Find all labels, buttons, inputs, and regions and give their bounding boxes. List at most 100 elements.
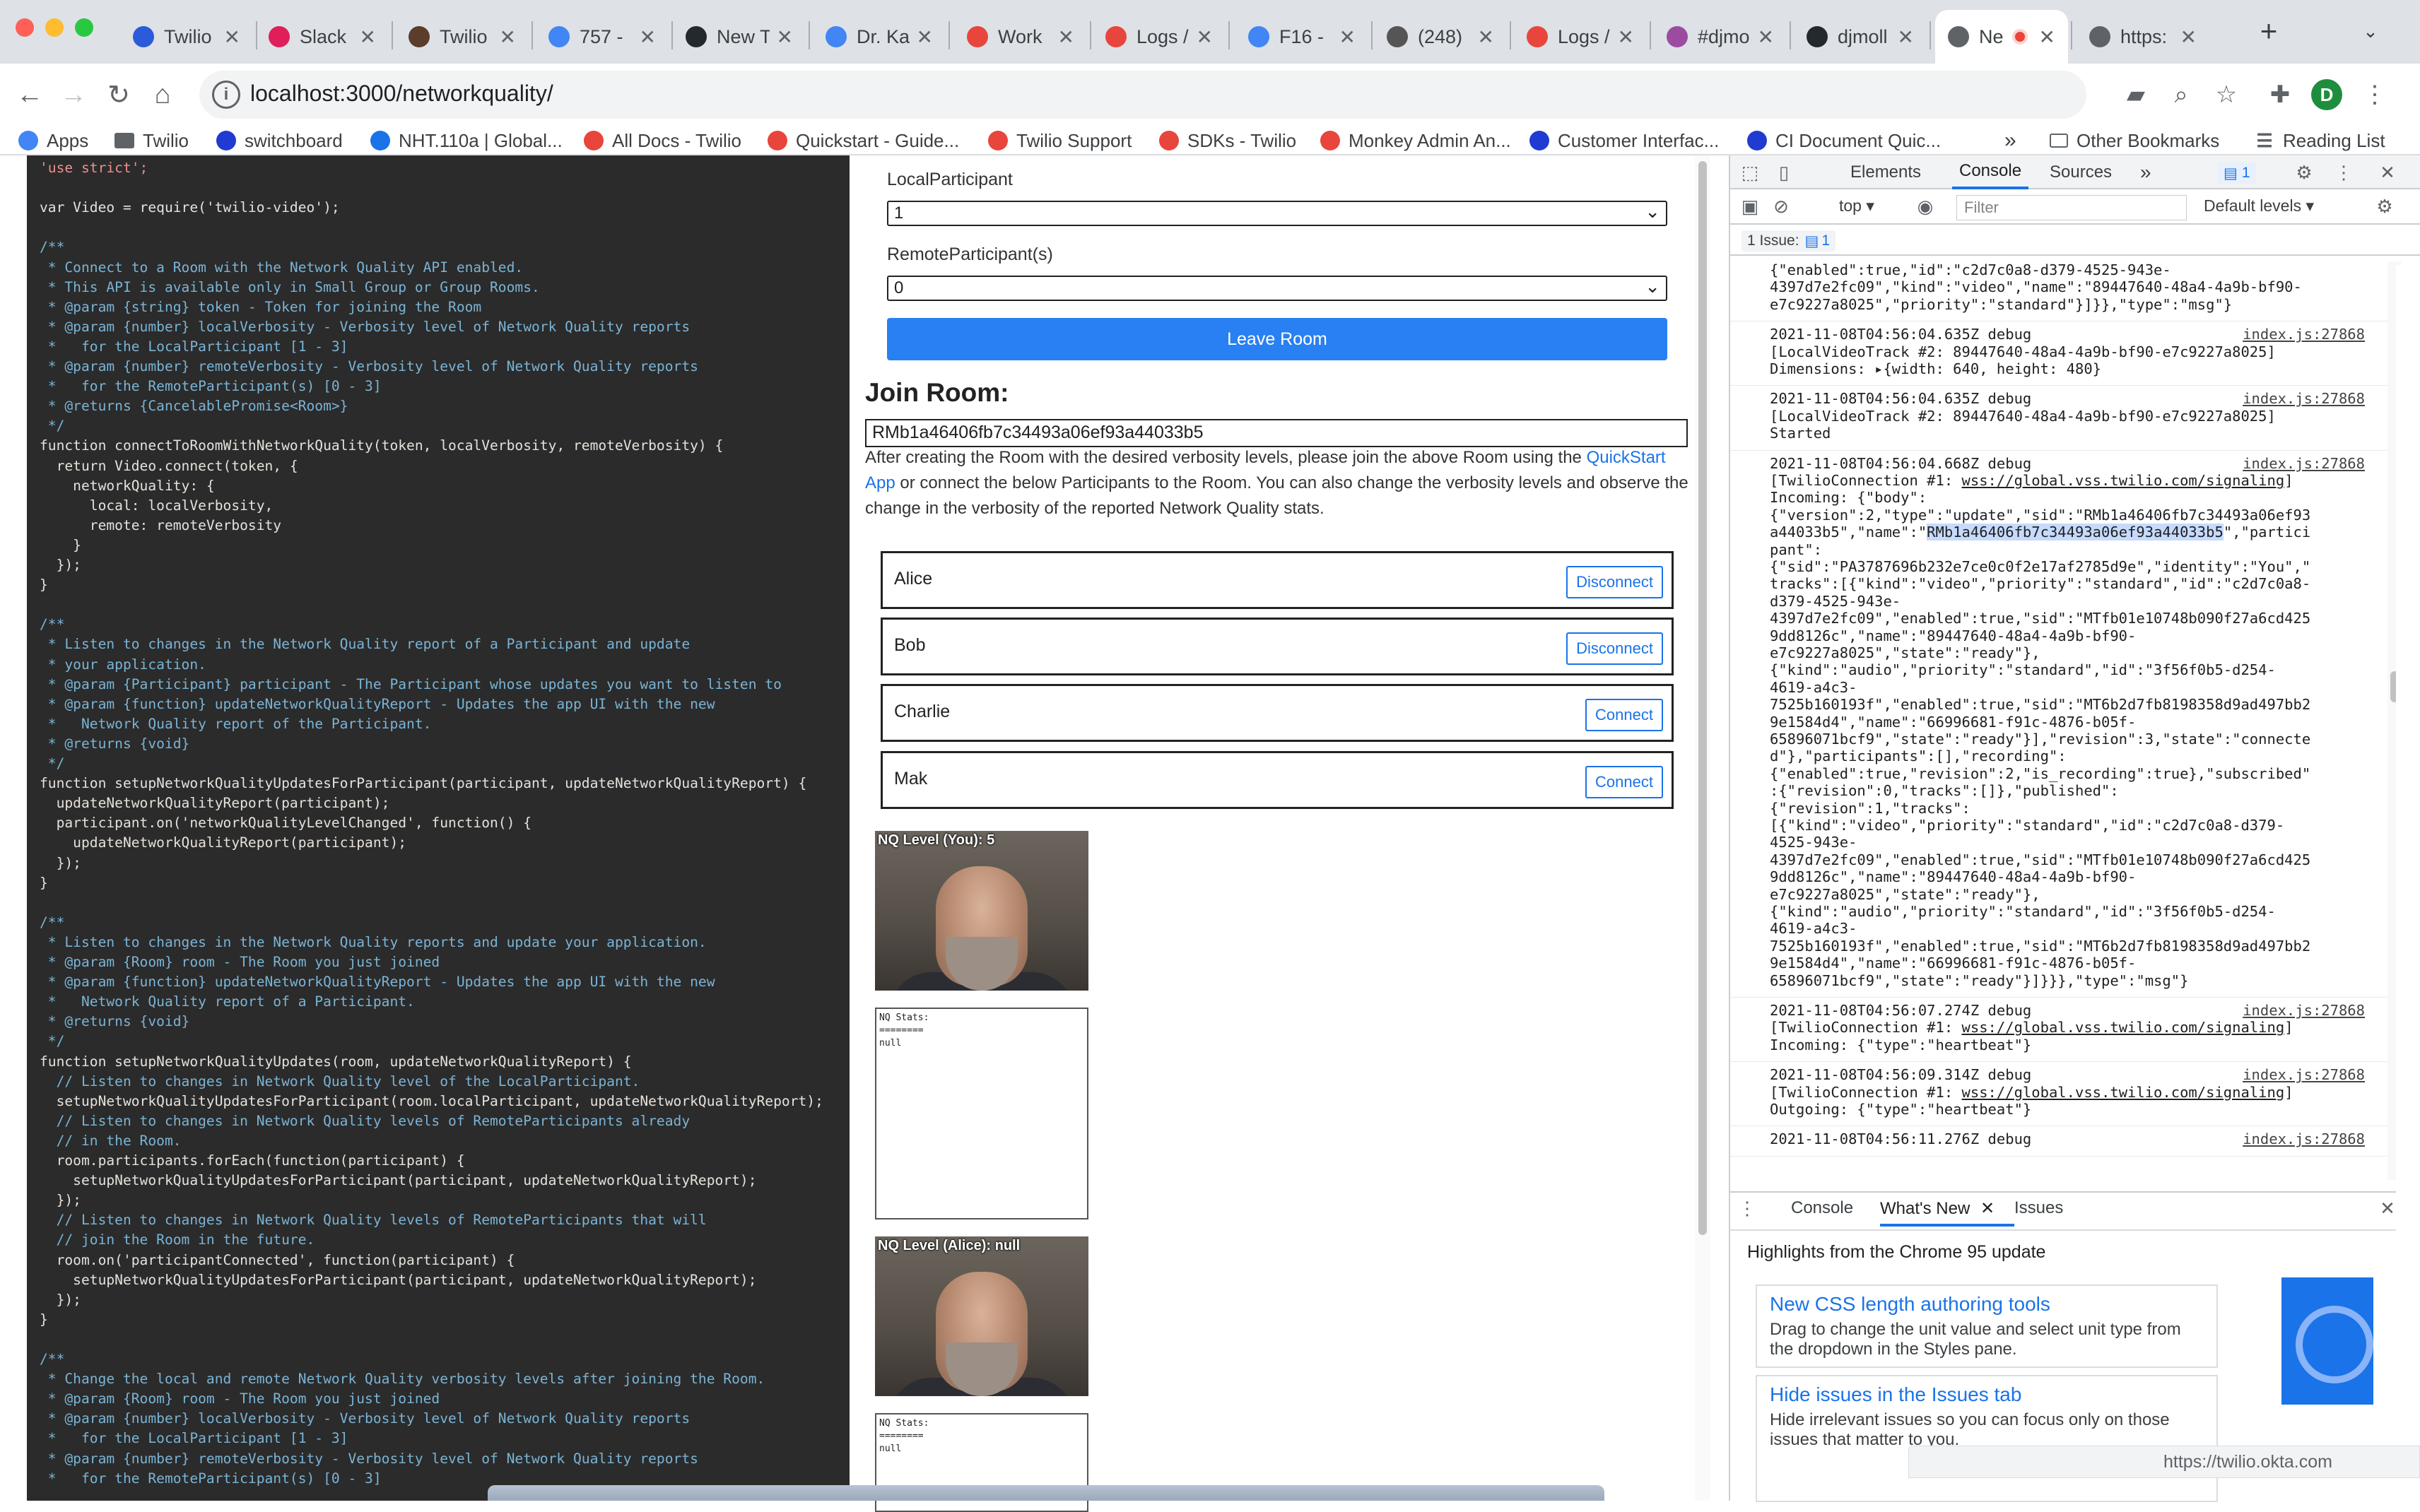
tab-item[interactable]: Ne ✕ xyxy=(1935,10,2068,64)
tab-item[interactable]: Slack ✕ xyxy=(256,10,389,64)
tab-item[interactable]: djmoll ✕ xyxy=(1794,10,1927,64)
tab-item[interactable]: https: ✕ xyxy=(2077,10,2209,64)
tab-item[interactable]: 757 - ✕ xyxy=(536,10,669,64)
tab-search-icon[interactable]: ⌄ xyxy=(2355,16,2386,47)
bookmark-item[interactable]: Twilio Support xyxy=(988,126,1132,155)
tab-item[interactable]: Logs / ✕ xyxy=(1514,10,1647,64)
tab-item[interactable]: Twilio ✕ xyxy=(396,10,529,64)
close-tab-icon[interactable]: ✕ xyxy=(1197,25,1213,49)
signaling-url-link[interactable]: wss://global.vss.twilio.com/signaling xyxy=(1962,472,2285,489)
new-tab-button[interactable]: + xyxy=(2250,13,2287,49)
console-filter-input[interactable]: Filter xyxy=(1956,195,2187,220)
room-sid-input[interactable]: RMb1a46406fb7c34493a06ef93a44033b5 xyxy=(865,419,1688,447)
zoom-icon[interactable]: ⌕ xyxy=(2163,76,2199,113)
tab-item[interactable]: Dr. Ka ✕ xyxy=(813,10,946,64)
disconnect-bob-button[interactable]: Disconnect xyxy=(1566,632,1663,665)
inspect-element-icon[interactable]: ⬚ xyxy=(1737,160,1763,185)
close-tab-icon[interactable]: ✕ xyxy=(224,25,240,49)
address-bar[interactable]: i localhost:3000/networkquality/ xyxy=(199,71,2086,119)
bookmark-item[interactable]: CI Document Quic... xyxy=(1747,126,1941,155)
disconnect-alice-button[interactable]: Disconnect xyxy=(1566,566,1663,598)
bookmark-item[interactable]: Customer Interfac... xyxy=(1529,126,1719,155)
tab-sources[interactable]: Sources xyxy=(2050,155,2112,189)
close-devtools-icon[interactable]: ✕ xyxy=(2375,160,2400,185)
bookmark-item[interactable]: switchboard xyxy=(216,126,343,155)
minimize-window-button[interactable] xyxy=(45,18,64,37)
close-tab-icon[interactable]: ✕ xyxy=(1339,25,1356,49)
clear-console-icon[interactable]: ⊘ xyxy=(1768,194,1794,219)
drawer-tab-console[interactable]: Console xyxy=(1791,1198,1853,1218)
forward-button[interactable]: → xyxy=(54,75,93,114)
drawer-tab-issues[interactable]: Issues xyxy=(2014,1198,2063,1218)
whats-new-card-2[interactable]: Hide issues in the Issues tab Hide irrel… xyxy=(1756,1375,2218,1502)
connect-mak-button[interactable]: Connect xyxy=(1585,766,1663,798)
other-bookmarks[interactable]: Other Bookmarks xyxy=(2050,126,2219,155)
connect-charlie-button[interactable]: Connect xyxy=(1585,699,1663,731)
tab-item[interactable]: #djmo ✕ xyxy=(1654,10,1787,64)
bookmark-item[interactable]: SDKs - Twilio xyxy=(1159,126,1296,155)
page-scrollbar[interactable] xyxy=(1695,155,1710,1501)
context-select[interactable]: top ▾ xyxy=(1839,196,1874,215)
signaling-url-link[interactable]: wss://global.vss.twilio.com/signaling xyxy=(1962,1019,2285,1036)
tab-console[interactable]: Console xyxy=(1952,155,2029,189)
console-source-link[interactable]: index.js:27868 xyxy=(2243,1066,2365,1083)
tab-item[interactable]: (248) ✕ xyxy=(1374,10,1507,64)
tab-elements[interactable]: Elements xyxy=(1850,155,1921,189)
close-tab-icon[interactable]: ✕ xyxy=(917,25,933,49)
close-tab-icon[interactable]: ✕ xyxy=(1758,25,1774,49)
more-tabs-button[interactable]: » xyxy=(2140,155,2151,189)
sidebar-toggle-icon[interactable]: ▣ xyxy=(1737,194,1763,219)
console-source-link[interactable]: index.js:27868 xyxy=(2243,455,2365,472)
bookmarks-overflow-button[interactable]: » xyxy=(2004,126,2016,155)
reload-button[interactable]: ↻ xyxy=(99,75,139,114)
drawer-tab-whats-new[interactable]: What's New ✕ xyxy=(1880,1198,1995,1219)
whats-new-card-title[interactable]: New CSS length authoring tools xyxy=(1770,1293,2204,1316)
close-tab-icon[interactable]: ✕ xyxy=(360,25,376,49)
console-source-link[interactable]: index.js:27868 xyxy=(2243,326,2365,343)
devtools-menu-icon[interactable]: ⋮ xyxy=(2331,160,2356,185)
extensions-icon[interactable]: ✚ xyxy=(2262,76,2298,113)
close-tab-icon[interactable]: ✕ xyxy=(777,25,793,49)
tab-item[interactable]: New T ✕ xyxy=(673,10,806,64)
bookmark-item[interactable]: All Docs - Twilio xyxy=(584,126,741,155)
close-tab-icon[interactable]: ✕ xyxy=(1980,1199,1995,1218)
bookmark-item[interactable]: NHT.110a | Global... xyxy=(370,126,563,155)
console-settings-gear-icon[interactable]: ⚙ xyxy=(2372,194,2397,219)
local-participant-select[interactable]: 1 ⌄ xyxy=(887,201,1667,226)
zoom-window-button[interactable] xyxy=(75,18,93,37)
settings-gear-icon[interactable]: ⚙ xyxy=(2291,160,2317,185)
close-tab-icon[interactable]: ✕ xyxy=(2180,25,2197,49)
console-source-link[interactable]: index.js:27868 xyxy=(2243,1002,2365,1019)
issues-chip[interactable]: 1 Issue: ▤ 1 xyxy=(1741,230,1836,252)
log-levels-select[interactable]: Default levels ▾ xyxy=(2204,196,2314,215)
console-source-link[interactable]: index.js:27868 xyxy=(2243,390,2365,407)
reading-list[interactable]: ☰ Reading List xyxy=(2255,126,2385,155)
live-expression-eye-icon[interactable]: ◉ xyxy=(1913,194,1938,219)
close-tab-icon[interactable]: ✕ xyxy=(1478,25,1494,49)
console-source-link[interactable]: index.js:27868 xyxy=(2243,1130,2365,1147)
remote-participant-select[interactable]: 0 ⌄ xyxy=(887,276,1667,301)
whats-new-card-title[interactable]: Hide issues in the Issues tab xyxy=(1770,1383,2204,1406)
close-tab-icon[interactable]: ✕ xyxy=(1058,25,1074,49)
site-info-icon[interactable]: i xyxy=(212,81,240,109)
address-bar-url[interactable]: localhost:3000/networkquality/ xyxy=(250,81,553,107)
drawer-menu-icon[interactable]: ⋮ xyxy=(1734,1195,1760,1221)
close-tab-icon[interactable]: ✕ xyxy=(640,25,656,49)
camera-icon[interactable]: ▰ xyxy=(2118,76,2154,113)
close-tab-icon[interactable]: ✕ xyxy=(2039,25,2055,49)
profile-avatar[interactable]: D xyxy=(2311,79,2342,110)
close-tab-icon[interactable]: ✕ xyxy=(1898,25,1914,49)
bookmark-item[interactable]: Twilio xyxy=(114,126,189,155)
bookmark-star-icon[interactable]: ☆ xyxy=(2208,76,2245,113)
issues-badge[interactable]: ▤ 1 xyxy=(2218,163,2256,184)
bookmark-item[interactable]: Apps xyxy=(18,126,88,155)
tab-item[interactable]: Twilio ✕ xyxy=(120,10,253,64)
tab-item[interactable]: Work ✕ xyxy=(954,10,1087,64)
back-button[interactable]: ← xyxy=(10,75,49,114)
close-tab-icon[interactable]: ✕ xyxy=(1618,25,1634,49)
leave-room-button[interactable]: Leave Room xyxy=(887,318,1667,360)
home-button[interactable]: ⌂ xyxy=(143,75,182,114)
close-window-button[interactable] xyxy=(16,18,34,37)
more-menu-icon[interactable]: ⋮ xyxy=(2356,76,2393,113)
tab-item[interactable]: F16 - ✕ xyxy=(1235,10,1368,64)
